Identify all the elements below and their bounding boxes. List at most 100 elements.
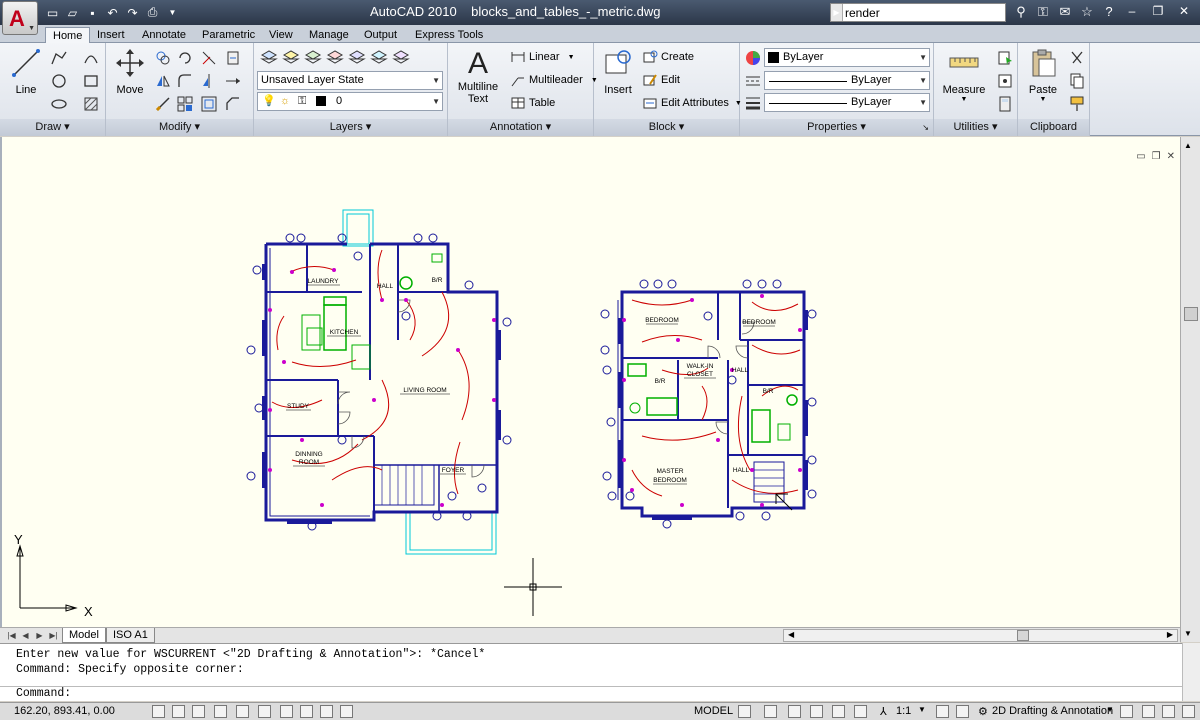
- circle-icon[interactable]: [50, 72, 68, 90]
- save-icon[interactable]: ▪: [84, 4, 101, 21]
- subscription-icon[interactable]: ⚿: [1034, 3, 1052, 21]
- rotate-icon[interactable]: [176, 49, 194, 67]
- mirror-icon[interactable]: [154, 72, 172, 90]
- multileader-button[interactable]: Multileader ▼: [510, 71, 598, 89]
- doc-close-icon[interactable]: ✕: [1167, 151, 1175, 162]
- next-layout-icon[interactable]: ▶: [34, 629, 45, 642]
- explode-icon[interactable]: [200, 72, 218, 90]
- qat-dropdown-icon[interactable]: ▼: [164, 4, 181, 21]
- help-icon[interactable]: ?: [1100, 3, 1118, 21]
- clean-screen-icon[interactable]: [1182, 705, 1195, 718]
- showmotion-icon[interactable]: [854, 705, 867, 718]
- chevron-down-icon[interactable]: ▼: [918, 705, 926, 714]
- match-properties-icon[interactable]: [1068, 95, 1086, 113]
- open-icon[interactable]: ▱: [64, 4, 81, 21]
- linear-dimension-button[interactable]: Linear ▼: [510, 48, 575, 66]
- insert-block-button[interactable]: Insert: [600, 47, 636, 96]
- scroll-down-icon[interactable]: ▼: [1184, 629, 1192, 638]
- trim-icon[interactable]: [200, 49, 218, 67]
- workspace-switcher-icon[interactable]: ⚙: [978, 705, 988, 718]
- dynamic-input-icon[interactable]: [300, 705, 313, 718]
- binoculars-icon[interactable]: ⚲: [1012, 3, 1030, 21]
- layer-freeze-icon[interactable]: [370, 49, 388, 67]
- minimize-icon[interactable]: ‒: [1120, 2, 1144, 21]
- color-dropdown[interactable]: ByLayer ▼: [764, 48, 930, 67]
- linetype-dropdown[interactable]: ByLayer ▼: [764, 71, 930, 90]
- search-expand-icon[interactable]: ▶: [831, 4, 843, 21]
- offset-icon[interactable]: [200, 95, 218, 113]
- chevron-down-icon[interactable]: ▼: [1106, 705, 1114, 714]
- tab-output[interactable]: Output: [357, 27, 404, 43]
- tab-manage[interactable]: Manage: [302, 27, 356, 43]
- scale-icon[interactable]: [154, 95, 172, 113]
- annotation-scale[interactable]: 1:1: [896, 705, 911, 717]
- command-line[interactable]: Command:: [0, 686, 1200, 701]
- array-icon[interactable]: [176, 95, 194, 113]
- horizontal-scrollbar[interactable]: ◀ ▶: [783, 629, 1178, 642]
- tab-view[interactable]: View: [262, 27, 300, 43]
- object-snap-tracking-icon[interactable]: [258, 705, 271, 718]
- layer-isolate-icon[interactable]: [304, 49, 322, 67]
- drawing-canvas[interactable]: LAUNDRY HALL B/R KITCHEN LIVING ROOM STU…: [0, 137, 1180, 627]
- utilities-panel-title[interactable]: Utilities ▾: [934, 119, 1017, 136]
- zoom-icon[interactable]: [810, 705, 823, 718]
- new-icon[interactable]: ▭: [44, 4, 61, 21]
- undo-icon[interactable]: ↶: [104, 4, 121, 21]
- modify-panel-title[interactable]: Modify ▾: [106, 119, 253, 136]
- toolbar-lock-icon[interactable]: [1120, 705, 1133, 718]
- paste-button[interactable]: Paste ▼: [1024, 47, 1062, 103]
- lineweight-dropdown[interactable]: ByLayer ▼: [764, 93, 930, 112]
- tab-parametric[interactable]: Parametric: [195, 27, 262, 43]
- linetype-icon[interactable]: [744, 72, 762, 90]
- quick-select-icon[interactable]: [996, 49, 1014, 67]
- annotation-visibility-icon[interactable]: [936, 705, 949, 718]
- edit-attributes-button[interactable]: Edit Attributes ▼: [642, 94, 742, 112]
- prev-layout-icon[interactable]: ◀: [20, 629, 31, 642]
- copy-clip-icon[interactable]: [1068, 72, 1086, 90]
- tab-express-tools[interactable]: Express Tools: [408, 27, 490, 43]
- isolate-objects-icon[interactable]: [1162, 705, 1175, 718]
- redo-icon[interactable]: ↷: [124, 4, 141, 21]
- scroll-left-icon[interactable]: ◀: [788, 630, 794, 639]
- search-input[interactable]: [845, 5, 1003, 20]
- panel-launcher-icon[interactable]: ↘: [922, 119, 929, 136]
- object-snap-icon[interactable]: [236, 705, 249, 718]
- copy-icon[interactable]: [154, 49, 172, 67]
- layer-match-icon[interactable]: [392, 49, 410, 67]
- ortho-mode-icon[interactable]: [192, 705, 205, 718]
- multiline-text-button[interactable]: A Multiline Text: [454, 47, 502, 105]
- stretch-icon[interactable]: [224, 72, 242, 90]
- polyline-icon[interactable]: [50, 49, 68, 67]
- fillet-icon[interactable]: [176, 72, 194, 90]
- vertical-scroll-thumb[interactable]: [1184, 307, 1198, 321]
- polar-tracking-icon[interactable]: [214, 705, 227, 718]
- grid-display-icon[interactable]: [172, 705, 185, 718]
- quick-view-drawings-icon[interactable]: [764, 705, 777, 718]
- tab-model[interactable]: Model: [62, 628, 106, 643]
- annotation-scale-icon[interactable]: ⅄: [880, 705, 887, 718]
- steering-wheel-icon[interactable]: [832, 705, 845, 718]
- clipboard-panel-title[interactable]: Clipboard: [1018, 119, 1089, 136]
- doc-restore-icon[interactable]: ❐: [1152, 151, 1161, 162]
- tab-home[interactable]: Home: [45, 27, 91, 44]
- measure-button[interactable]: Measure ▼: [940, 47, 988, 103]
- model-space-toggle[interactable]: MODEL: [694, 705, 733, 717]
- last-layout-icon[interactable]: ▶|: [48, 629, 59, 642]
- table-button[interactable]: Table: [510, 94, 555, 112]
- hardware-acceleration-icon[interactable]: [1142, 705, 1155, 718]
- doc-minimize-icon[interactable]: ▭: [1136, 151, 1145, 162]
- line-button[interactable]: Line: [6, 47, 46, 96]
- plot-icon[interactable]: ⎙: [144, 4, 161, 21]
- tab-annotate[interactable]: Annotate: [135, 27, 193, 43]
- tab-insert[interactable]: Insert: [90, 27, 132, 43]
- move-button[interactable]: Move: [112, 47, 148, 96]
- erase-icon[interactable]: [224, 49, 242, 67]
- ellipse-icon[interactable]: [50, 95, 68, 113]
- block-panel-title[interactable]: Block ▾: [594, 119, 739, 136]
- application-menu-button[interactable]: A ▼: [2, 1, 38, 35]
- restore-icon[interactable]: ❐: [1146, 2, 1170, 21]
- quick-view-layouts-icon[interactable]: [738, 705, 751, 718]
- workspace-switcher[interactable]: 2D Drafting & Annotation: [992, 705, 1113, 717]
- layer-states-icon[interactable]: [282, 49, 300, 67]
- first-layout-icon[interactable]: |◀: [6, 629, 17, 642]
